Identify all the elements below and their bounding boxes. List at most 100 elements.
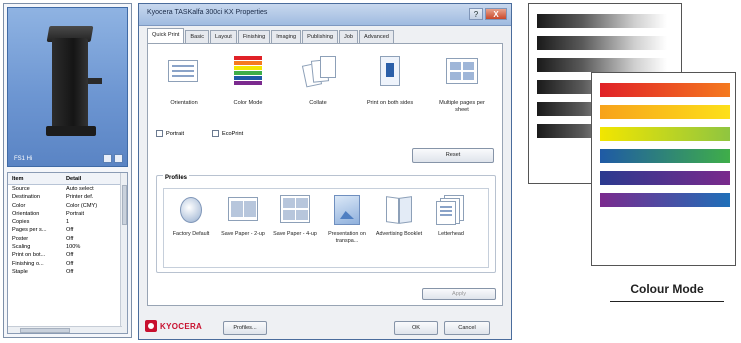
setting-value: Auto select xyxy=(66,186,94,192)
profile-factory-default[interactable]: Factory Default xyxy=(166,193,216,238)
dialog-titlebar[interactable]: Kyocera TASKalfa 300ci KX Properties ? X xyxy=(139,4,511,26)
setting-name: Finishing o... xyxy=(12,260,44,267)
tab-advanced[interactable]: Advanced xyxy=(358,30,394,43)
factory-default-icon xyxy=(174,193,208,227)
tab-imaging[interactable]: Imaging xyxy=(271,30,302,43)
booklet-icon xyxy=(382,193,416,227)
profile-presentation-transparency[interactable]: Presentation on transpa... xyxy=(322,193,372,245)
orientation-option[interactable]: Orientation xyxy=(154,54,214,107)
close-button[interactable]: X xyxy=(485,8,507,20)
tab-job[interactable]: Job xyxy=(338,30,358,43)
profiles-group-title: Profiles xyxy=(163,175,190,181)
printer-properties-dialog: Kyocera TASKalfa 300ci KX Properties ? X… xyxy=(138,3,512,340)
profile-label: Letterhead xyxy=(438,231,464,237)
table-row[interactable]: Pages per s... Off xyxy=(8,226,127,234)
view-toggle-icon[interactable] xyxy=(103,154,112,163)
setting-name: Pages per s... xyxy=(12,227,47,234)
table-row[interactable]: Copies 1 xyxy=(8,218,127,226)
colour-bar xyxy=(600,193,730,207)
portrait-checkbox[interactable]: Portrait xyxy=(156,130,184,137)
portrait-checkbox-label: Portrait xyxy=(166,130,185,137)
setting-name: Destination xyxy=(12,194,40,201)
table-row[interactable]: Poster Off xyxy=(8,235,127,243)
tab-basic[interactable]: Basic xyxy=(185,30,210,43)
setting-value: Off xyxy=(66,268,74,275)
table-row[interactable]: Destination Printer def. xyxy=(8,193,127,201)
setting-value: Color (CMY) xyxy=(66,202,98,209)
colour-mode-caption: Colour Mode xyxy=(630,282,704,296)
four-up-icon xyxy=(278,193,312,227)
color-mode-option[interactable]: Color Mode xyxy=(218,54,278,107)
tab-quick-print[interactable]: Quick Print xyxy=(147,28,185,43)
presentation-icon xyxy=(330,193,364,227)
multiple-pages-per-sheet-option[interactable]: Multiple pages per sheet xyxy=(432,54,492,114)
orientation-label: Orientation xyxy=(170,100,198,106)
settings-preview-panel: FS1 Hi Item Detail Source Auto select Dest… xyxy=(3,3,132,338)
tab-layout[interactable]: Layout xyxy=(210,30,237,43)
kyocera-logo: KYOCERA xyxy=(145,320,202,332)
collate-label: Collate xyxy=(309,100,327,106)
profile-advertising-booklet[interactable]: Advertising Booklet xyxy=(374,193,424,238)
quick-print-panel: Orientation Color Mode Collate Print on … xyxy=(147,43,503,306)
setting-value: Off xyxy=(66,260,74,267)
ecoprint-checkbox-label: EcoPrint xyxy=(222,130,244,137)
checkbox-box[interactable] xyxy=(212,130,220,137)
profiles-button[interactable]: Profiles... xyxy=(223,321,267,335)
profile-label: Presentation on transpa... xyxy=(328,231,366,244)
profile-letterhead[interactable]: Letterhead xyxy=(426,193,476,238)
colour-bar xyxy=(600,171,730,185)
tab-finishing[interactable]: Finishing xyxy=(237,30,271,43)
tab-publishing[interactable]: Publishing xyxy=(302,30,338,43)
tab-strip: Quick Print Basic Layout Finishing Imagi… xyxy=(147,28,394,43)
two-up-icon xyxy=(226,193,260,227)
table-vertical-scrollbar[interactable] xyxy=(120,173,127,333)
table-row[interactable]: Print on bot... Off xyxy=(8,251,127,259)
setting-name: Copies xyxy=(12,219,30,226)
setting-name: Orientation xyxy=(12,210,40,217)
column-header-detail: Detail xyxy=(66,176,82,182)
table-row[interactable]: Scaling 100% xyxy=(8,243,127,251)
profiles-list: Factory Default Save Paper - 2-up Save P… xyxy=(163,188,489,268)
collate-option[interactable]: Collate xyxy=(288,54,348,107)
apply-button[interactable]: Apply xyxy=(422,288,496,300)
print-on-both-sides-option[interactable]: Print on both sides xyxy=(360,54,420,107)
color-mode-icon xyxy=(228,54,268,90)
profile-save-paper-2up[interactable]: Save Paper - 2-up xyxy=(218,193,268,238)
setting-name: Poster xyxy=(12,235,29,242)
profiles-group: Profiles Factory Default Save Paper - 2-… xyxy=(156,175,496,273)
table-header: Item Detail xyxy=(8,173,127,185)
dialog-footer: KYOCERA Profiles... OK Cancel xyxy=(139,315,511,339)
table-row[interactable]: Color Color (CMY) xyxy=(8,202,127,210)
setting-name: Print on bot... xyxy=(12,252,46,259)
ecoprint-checkbox[interactable]: EcoPrint xyxy=(212,130,243,137)
duplex-icon xyxy=(370,54,410,90)
profile-label: Factory Default xyxy=(172,231,210,237)
help-button[interactable]: ? xyxy=(469,8,483,20)
setting-name: Color xyxy=(12,202,26,209)
cancel-button[interactable]: Cancel xyxy=(444,321,490,335)
table-horizontal-scrollbar[interactable] xyxy=(8,326,122,333)
multiple-pages-per-sheet-label: Multiple pages per sheet xyxy=(439,100,485,113)
setting-value: Off xyxy=(66,252,74,259)
caption-underline xyxy=(610,301,724,302)
checkbox-box[interactable] xyxy=(156,130,163,137)
profile-save-paper-4up[interactable]: Save Paper - 4-up xyxy=(270,193,320,238)
table-row[interactable]: Orientation Portrait xyxy=(8,210,127,218)
grayscale-bar xyxy=(537,14,667,28)
grayscale-bar xyxy=(537,36,667,50)
reset-button[interactable]: Reset xyxy=(412,148,494,163)
orientation-icon xyxy=(164,54,204,90)
table-row[interactable]: Source Auto select xyxy=(8,185,127,193)
printer-preview: FS1 Hi xyxy=(7,7,128,167)
table-row[interactable]: Finishing o... Off xyxy=(8,260,127,268)
setting-value: Portrait xyxy=(66,210,85,217)
ok-button[interactable]: OK xyxy=(394,321,438,335)
grayscale-bar xyxy=(537,58,667,72)
setting-value: Off xyxy=(66,235,74,242)
column-header-item: Item xyxy=(12,176,24,182)
table-row[interactable]: Staple Off xyxy=(8,268,127,276)
view-toggle-icon[interactable] xyxy=(114,154,123,163)
printer-image-base xyxy=(46,126,96,136)
setting-value: 100% xyxy=(66,244,81,251)
dialog-title: Kyocera TASKalfa 300ci KX Properties xyxy=(147,9,268,16)
